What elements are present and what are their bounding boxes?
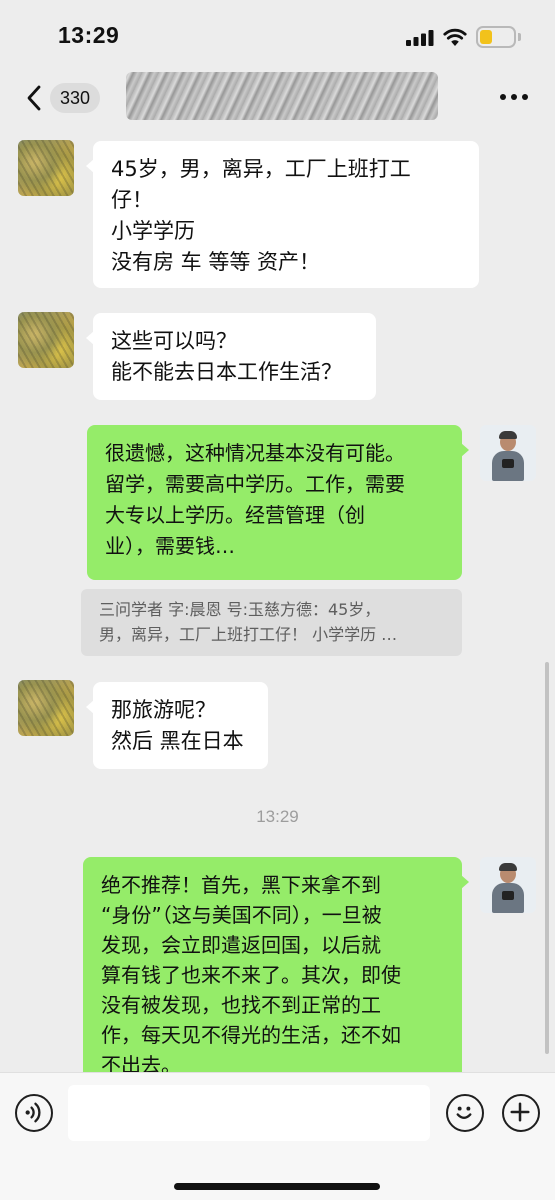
contact-avatar[interactable] (18, 312, 74, 368)
message-bubble[interactable]: 很遗憾，这种情况基本没有可能。 留学，需要高中学历。工作，需要 大专以上学历。经… (87, 425, 469, 580)
message-bubble[interactable]: 45岁，男，离异，工厂上班打工 仔！ 小学学历 没有房 车 等等 资产！ (86, 141, 479, 288)
battery-level (480, 30, 492, 44)
message-input[interactable] (68, 1085, 430, 1141)
message-line: 没有被发现，也找不到正常的工 (101, 993, 381, 1017)
message-line: 发现，会立即遣返回国，以后就 (101, 933, 381, 957)
cellular-signal-icon (406, 30, 434, 46)
contact-avatar[interactable] (18, 140, 74, 196)
status-time: 13:29 (58, 22, 120, 48)
message-bubble[interactable]: 这些可以吗？ 能不能去日本工作生活？ (86, 313, 376, 400)
message-line: 那旅游呢？ (111, 698, 216, 722)
message-line: 留学，需要高中学历。工作，需要 (105, 472, 405, 496)
message-line: 作，每天见不得光的生活，还不如 (101, 1023, 401, 1047)
chat-header: 330 (0, 70, 555, 126)
contact-avatar[interactable] (18, 680, 74, 736)
message-line: 仔！ (111, 188, 153, 212)
status-bar: 13:29 (0, 0, 555, 70)
message-line: 算有钱了也来不来了。其次，即使 (101, 963, 401, 987)
plus-icon[interactable] (502, 1094, 540, 1132)
message-line: 小学学历 (111, 219, 195, 243)
chevron-left-icon[interactable] (24, 84, 44, 112)
quoted-message[interactable]: 三问学者 字:晨恩 号:玉慈方德：45岁， 男，离异，工厂上班打工仔！ 小学学历… (81, 589, 462, 656)
quote-line: 三问学者 字:晨恩 号:玉慈方德：45岁， (99, 600, 381, 619)
message-line: 没有房 车 等等 资产！ (111, 250, 321, 274)
message-line: 这些可以吗？ (111, 329, 237, 353)
self-avatar[interactable] (480, 425, 536, 481)
voice-icon[interactable] (15, 1094, 53, 1132)
emoji-icon[interactable] (446, 1094, 484, 1132)
message-line: 然后 黑在日本 (111, 729, 244, 753)
home-indicator (174, 1183, 380, 1190)
battery-tip (518, 33, 521, 41)
unread-count-badge[interactable]: 330 (50, 83, 100, 113)
message-bubble[interactable]: 绝不推荐！首先，黑下来拿不到 “身份”（这与美国不同），一旦被 发现，会立即遣返… (83, 857, 469, 1097)
message-line: 业），需要钱… (105, 534, 235, 558)
more-dots-icon[interactable] (500, 94, 530, 102)
message-line: 绝不推荐！首先，黑下来拿不到 (101, 873, 381, 897)
message-line: 很遗憾，这种情况基本没有可能。 (105, 441, 405, 465)
scrollbar[interactable] (545, 662, 549, 1054)
chat-timestamp: 13:29 (256, 807, 299, 826)
battery-icon (476, 26, 516, 48)
self-avatar[interactable] (480, 857, 536, 913)
input-bar (0, 1072, 555, 1200)
message-line: 能不能去日本工作生活？ (111, 360, 342, 384)
chat-title-redacted (126, 72, 438, 120)
message-line: 大专以上学历。经营管理（创 (105, 503, 365, 527)
message-line: 45岁，男，离异，工厂上班打工 (111, 157, 411, 181)
wifi-icon (443, 28, 467, 46)
message-bubble[interactable]: 那旅游呢？ 然后 黑在日本 (86, 682, 268, 769)
quote-line: 男，离异，工厂上班打工仔！ 小学学历 … (99, 625, 398, 644)
message-line: “身份”（这与美国不同），一旦被 (101, 903, 382, 927)
